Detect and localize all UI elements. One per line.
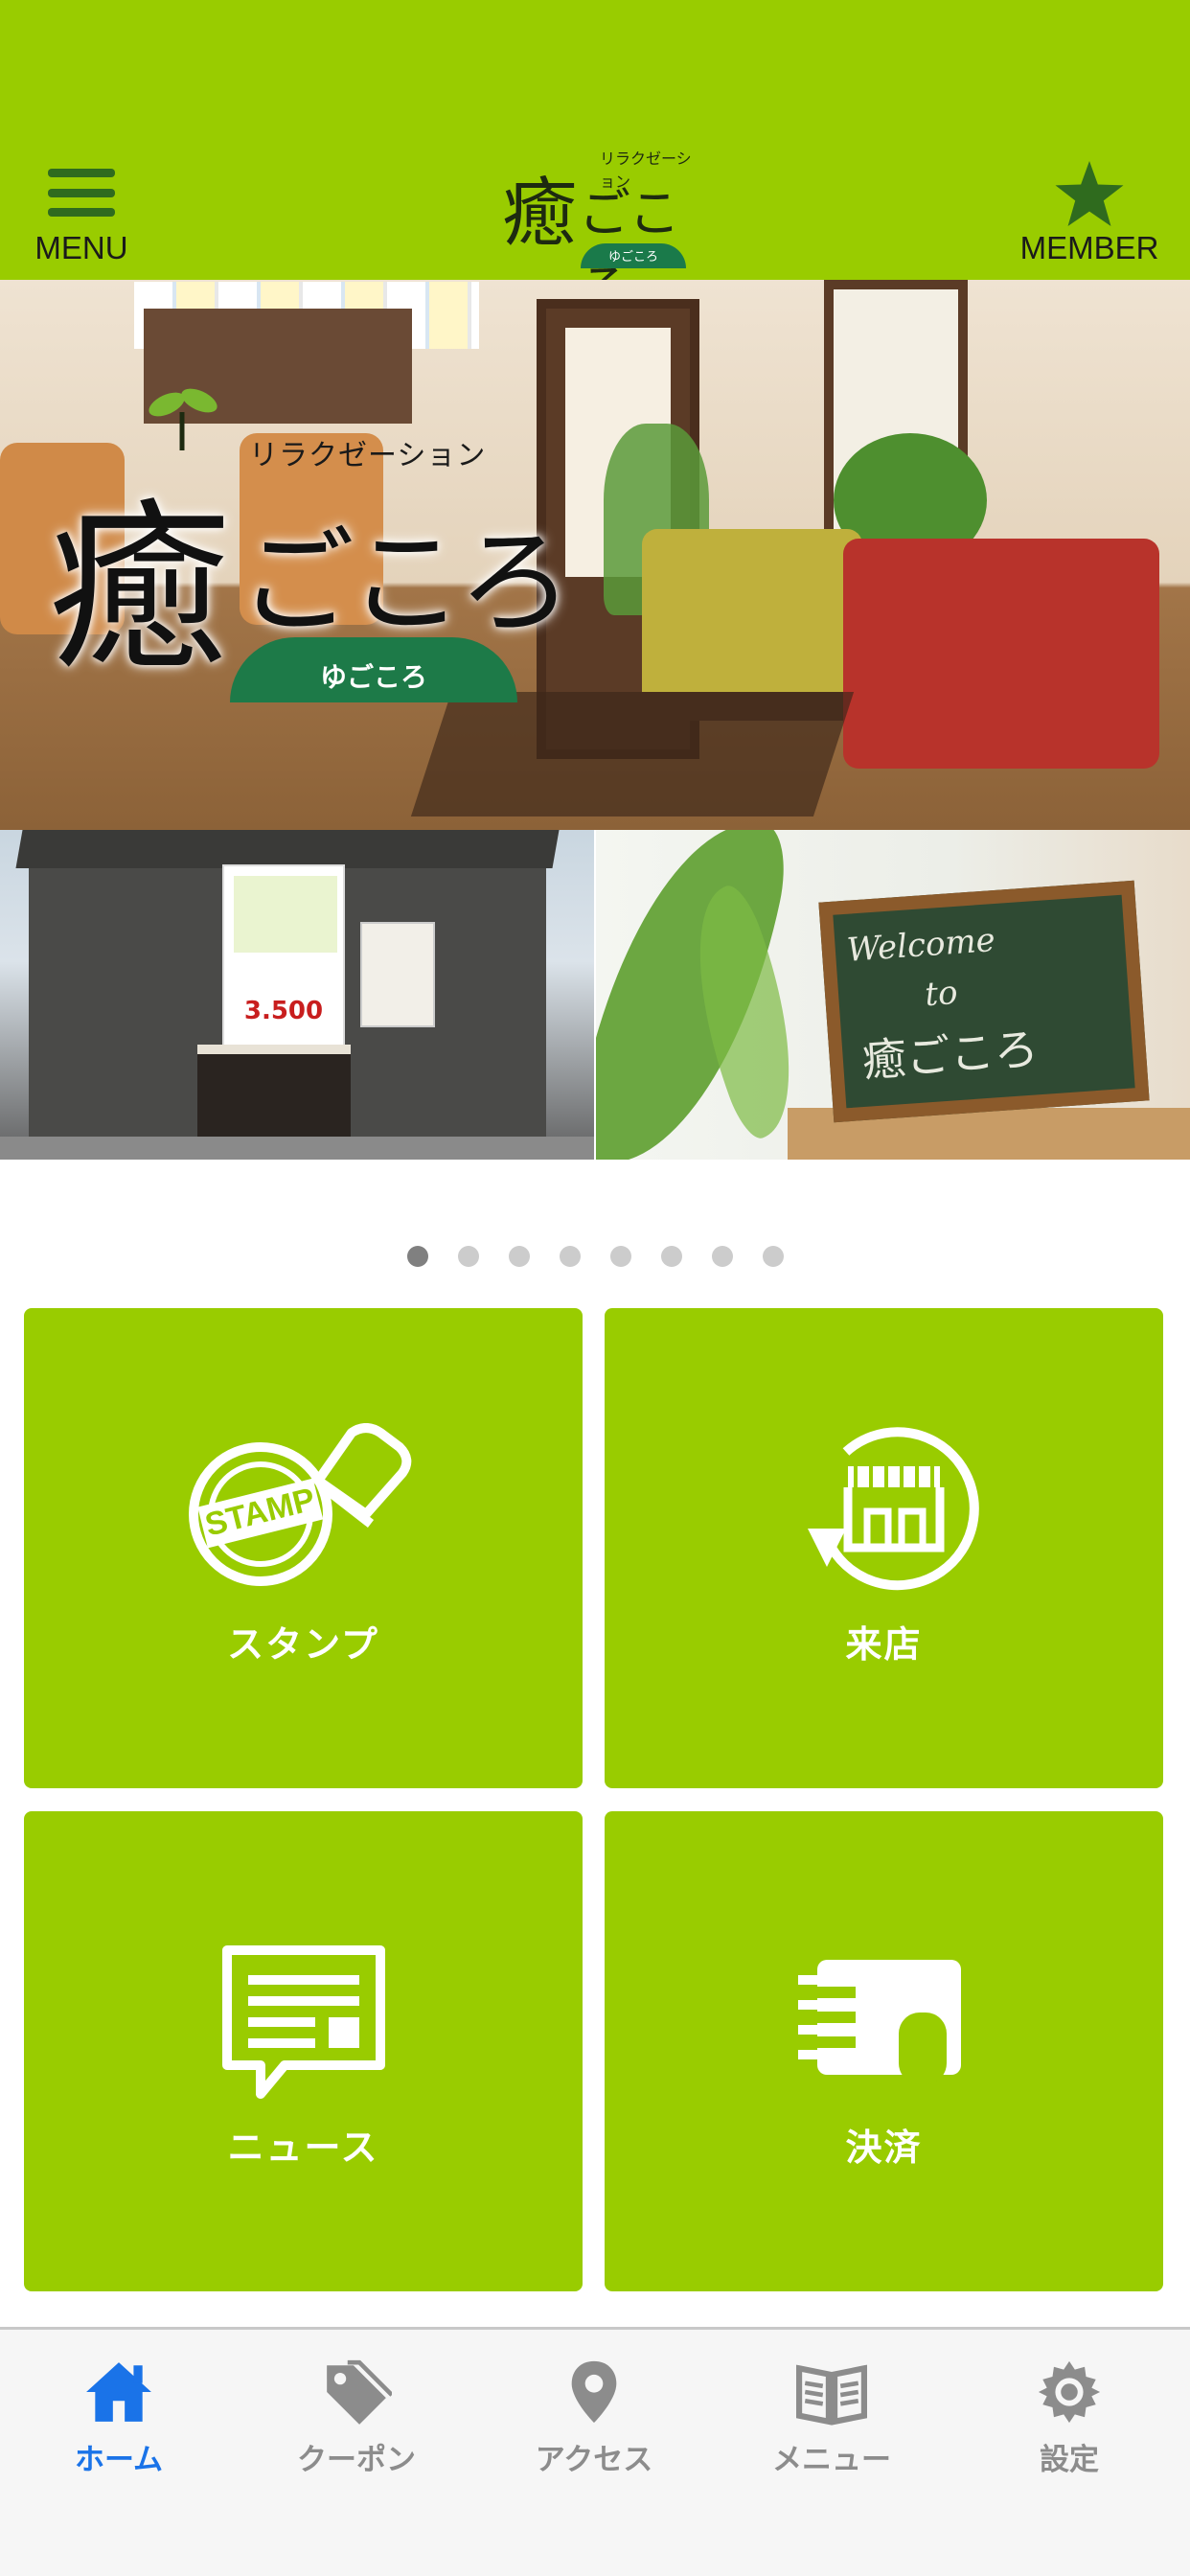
tab-home-label: ホーム bbox=[74, 2443, 164, 2477]
roof bbox=[15, 830, 560, 868]
sign-price: 3.500 bbox=[243, 997, 324, 1025]
news-label: ニュース bbox=[227, 2127, 379, 2169]
storefront-image[interactable]: 3.500 bbox=[0, 830, 594, 1160]
carousel-indicator[interactable] bbox=[0, 1246, 1190, 1269]
news-tile[interactable]: ニュース bbox=[24, 1811, 583, 2291]
logo-kanji: 癒 bbox=[502, 171, 578, 257]
hamburger-icon bbox=[48, 169, 115, 217]
location-pin-icon bbox=[571, 2360, 617, 2424]
carousel-dot[interactable] bbox=[660, 1246, 682, 1267]
hero-logo: リラクゼーション 癒 ごころ ゆごころ bbox=[38, 383, 575, 702]
gear-icon bbox=[1038, 2360, 1101, 2424]
member-label: MEMBER bbox=[1019, 230, 1159, 265]
star-icon bbox=[1055, 161, 1124, 226]
home-icon bbox=[86, 2362, 151, 2422]
logo-reading: ゆごころ bbox=[581, 243, 686, 268]
tab-access[interactable]: アクセス bbox=[489, 2358, 699, 2483]
stamp-tile[interactable]: STAMP スタンプ bbox=[24, 1308, 583, 1788]
carousel-dot[interactable] bbox=[762, 1246, 784, 1267]
chalkboard: Welcome to 癒ごころ bbox=[818, 880, 1150, 1123]
tab-coupon[interactable]: クーポン bbox=[251, 2358, 462, 2483]
tab-settings-label: 設定 bbox=[1040, 2443, 1099, 2477]
hero-logo-tagline: リラクゼーション bbox=[249, 439, 487, 472]
menu-button[interactable]: MENU bbox=[29, 169, 134, 265]
tab-coupon-label: クーポン bbox=[297, 2443, 416, 2477]
massage-poster bbox=[360, 922, 435, 1027]
payment-label: 決済 bbox=[845, 2127, 923, 2169]
carousel-dot[interactable] bbox=[711, 1246, 733, 1267]
hero-logo-kanji: 癒 bbox=[48, 483, 231, 695]
tab-menu[interactable]: メニュー bbox=[726, 2358, 937, 2483]
news-icon bbox=[24, 1941, 583, 2104]
glass-table bbox=[410, 692, 855, 816]
board-line-2: to bbox=[923, 973, 959, 1015]
book-icon bbox=[796, 2364, 867, 2426]
store-sign: 3.500 bbox=[222, 864, 345, 1066]
board-line-3: 癒ごころ bbox=[860, 1023, 1041, 1087]
payment-tile[interactable]: 決済 bbox=[605, 1811, 1163, 2291]
tab-settings[interactable]: 設定 bbox=[964, 2358, 1175, 2483]
carousel-dot[interactable] bbox=[457, 1246, 479, 1267]
stamp-icon: STAMP bbox=[24, 1423, 583, 1596]
carousel-dot[interactable] bbox=[508, 1246, 530, 1267]
hero-image-lobby[interactable]: リラクゼーション 癒 ごころ ゆごころ bbox=[0, 280, 1190, 830]
tab-access-label: アクセス bbox=[535, 2443, 653, 2477]
checkin-label: 来店 bbox=[845, 1623, 923, 1666]
tab-home[interactable]: ホーム bbox=[13, 2358, 224, 2483]
chair-red bbox=[843, 539, 1159, 769]
bottom-tab-bar: ホーム クーポン アクセス メニュー 設定 bbox=[0, 2327, 1190, 2576]
store-checkin-icon bbox=[605, 1423, 1163, 1596]
member-button[interactable]: MEMBER bbox=[1018, 161, 1161, 266]
carousel-dot[interactable] bbox=[559, 1246, 581, 1267]
menu-label: MENU bbox=[34, 230, 128, 265]
payment-icon bbox=[605, 1941, 1163, 2084]
board-line-1: Welcome bbox=[845, 921, 997, 970]
hero-logo-kana: ごころ bbox=[240, 517, 573, 650]
coupon-icon bbox=[327, 2359, 392, 2425]
header-logo: リラクゼーション 癒 ごころ ゆごころ bbox=[494, 144, 696, 319]
checkin-tile[interactable]: 来店 bbox=[605, 1308, 1163, 1788]
carousel-dot[interactable] bbox=[406, 1246, 428, 1267]
hero-logo-reading: ゆごころ bbox=[230, 637, 517, 702]
ground bbox=[0, 1137, 594, 1160]
stamp-label: スタンプ bbox=[227, 1623, 379, 1666]
app-header: MENU リラクゼーション 癒 ごころ ゆごころ MEMBER bbox=[0, 0, 1190, 319]
carousel-dot[interactable] bbox=[609, 1246, 631, 1267]
welcome-board-image[interactable]: Welcome to 癒ごころ bbox=[596, 830, 1190, 1160]
tab-menu-label: メニュー bbox=[772, 2443, 891, 2477]
